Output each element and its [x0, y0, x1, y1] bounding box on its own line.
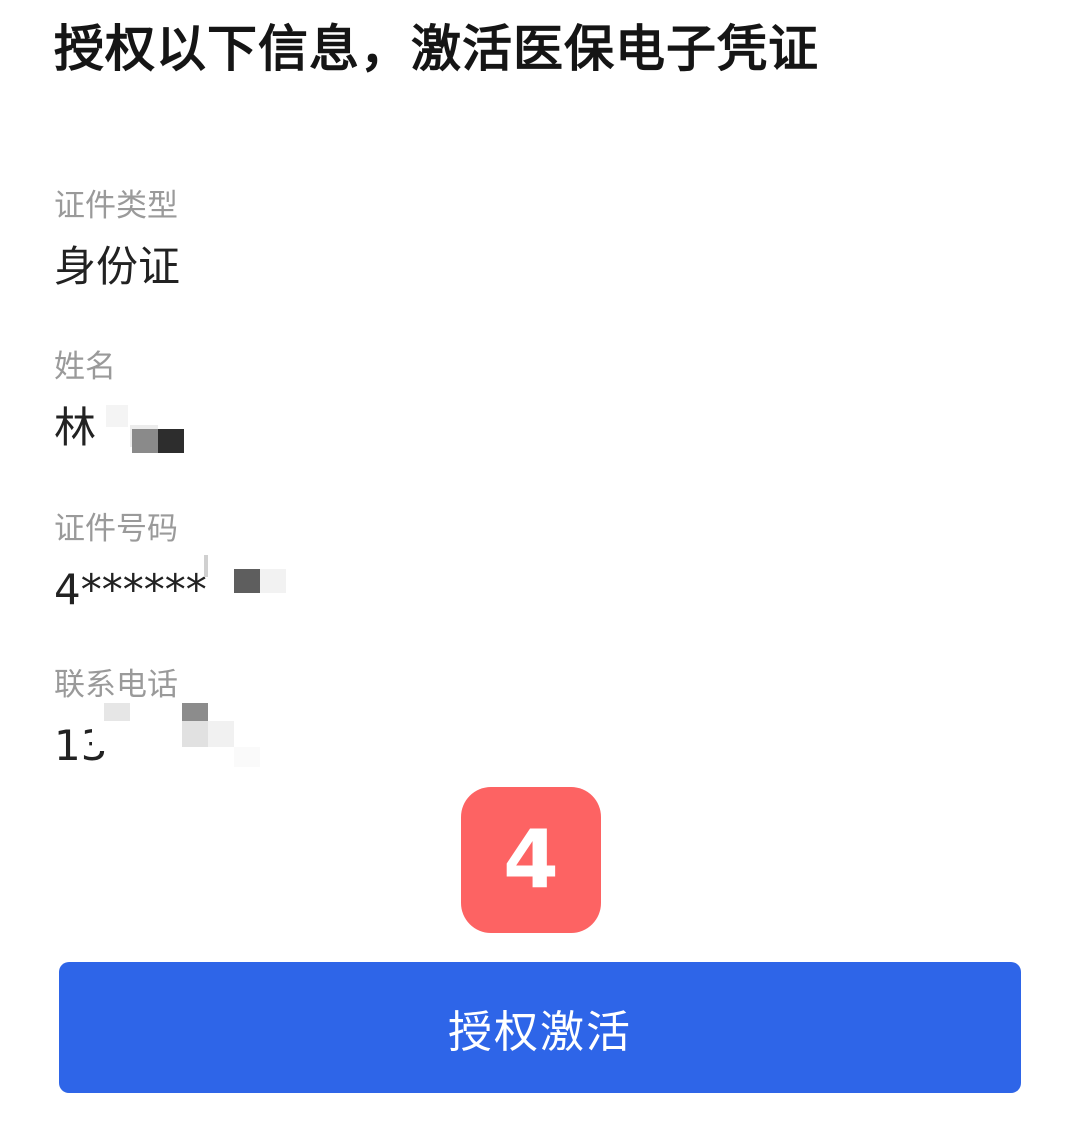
id-number-value-row: 4******: [54, 555, 954, 617]
number-badge: 4: [461, 787, 601, 933]
id-number-value: 4******: [54, 565, 207, 614]
name-label: 姓名: [54, 349, 116, 385]
phone-value-row: 13: [54, 703, 954, 773]
authorize-activate-button[interactable]: 授权激活: [59, 962, 1021, 1093]
name-value-row: 林: [54, 401, 954, 455]
field-id-type: 证件类型 身份证: [54, 186, 954, 294]
phone-mosaic: [92, 697, 292, 777]
name-value: 林: [54, 403, 97, 452]
id-type-value: 身份证: [54, 242, 181, 291]
id-number-label: 证件号码: [54, 511, 178, 547]
name-mosaic: [98, 399, 184, 455]
id-number-mosaic: [204, 555, 294, 595]
id-type-label: 证件类型: [54, 188, 178, 224]
field-id-number: 证件号码 4******: [54, 509, 954, 617]
field-phone: 联系电话 13: [54, 665, 954, 773]
field-name: 姓名 林: [54, 347, 954, 455]
page-title: 授权以下信息，激活医保电子凭证: [54, 20, 819, 78]
